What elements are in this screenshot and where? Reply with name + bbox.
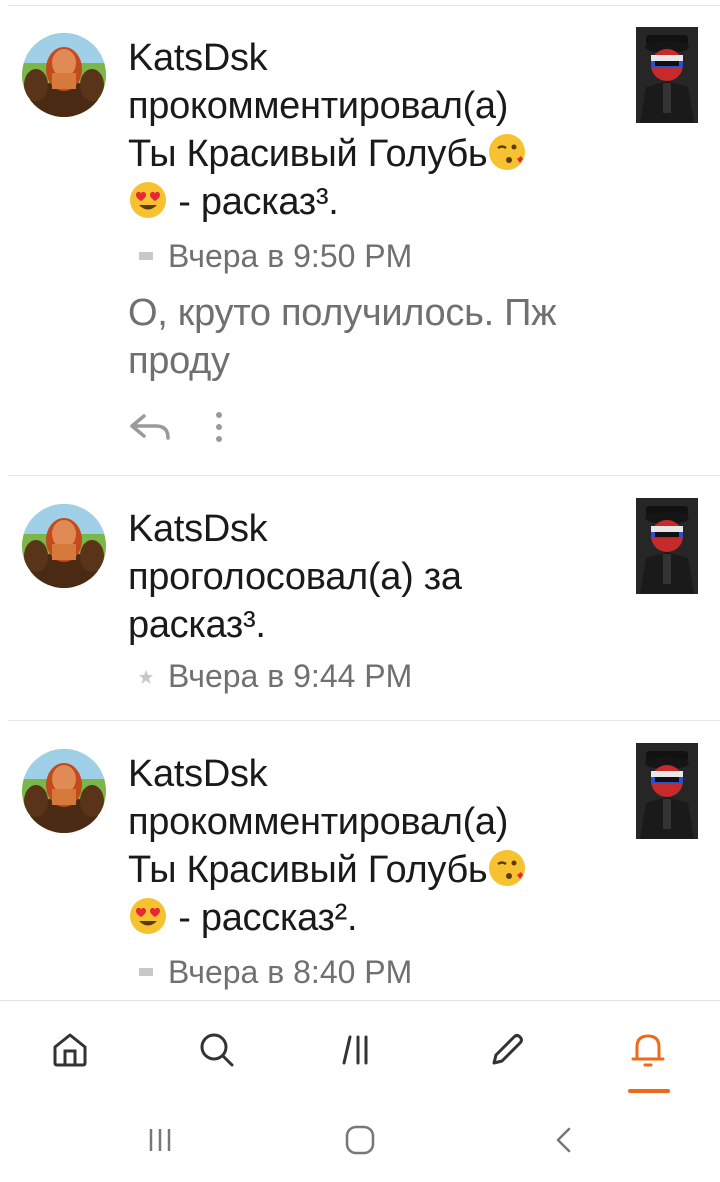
username[interactable]: KatsDsk — [128, 750, 618, 798]
notification-item[interactable]: KatsDsk прокомментировал(а) Ты Красивый … — [0, 0, 720, 475]
system-navigation-bar — [0, 1100, 720, 1182]
timestamp: Вчера в 8:40 PM — [168, 954, 413, 990]
back-icon[interactable] — [544, 1120, 584, 1160]
avatar[interactable] — [22, 749, 106, 833]
story-title[interactable]: расказ³. — [128, 601, 618, 649]
story-cover-thumbnail[interactable] — [636, 743, 698, 839]
story-title[interactable]: Ты Красивый Голубь — [128, 130, 618, 178]
active-tab-indicator — [628, 1089, 670, 1093]
reply-icon[interactable] — [128, 412, 172, 442]
home-button-icon[interactable] — [340, 1120, 380, 1160]
library-icon[interactable] — [334, 1027, 378, 1071]
timestamp: Вчера в 9:50 PM — [168, 238, 413, 274]
username[interactable]: KatsDsk — [128, 34, 618, 82]
story-cover-thumbnail[interactable] — [636, 498, 698, 594]
comment-actions — [128, 410, 224, 444]
story-title[interactable]: Ты Красивый Голубь — [128, 846, 618, 894]
story-title-cont[interactable]: - расказ³. — [128, 178, 618, 226]
username[interactable]: KatsDsk — [128, 505, 618, 553]
kiss-emoji-icon — [489, 850, 526, 886]
write-icon[interactable] — [484, 1027, 528, 1071]
action-text: прокомментировал(а) — [128, 85, 509, 127]
avatar[interactable] — [22, 33, 106, 117]
comment-excerpt[interactable]: О, круто получилось. Пж проду — [128, 289, 628, 385]
story-cover-thumbnail[interactable] — [636, 27, 698, 123]
star-icon — [139, 669, 153, 684]
heart-eyes-emoji-icon — [130, 182, 166, 218]
heart-eyes-emoji-icon — [130, 898, 166, 934]
notification-text[interactable]: KatsDsk прокомментировал(а) Ты Красивый … — [128, 750, 618, 942]
notification-text[interactable]: KatsDsk проголосовал(а) за расказ³. — [128, 505, 618, 649]
search-icon[interactable] — [194, 1027, 238, 1071]
notification-text[interactable]: KatsDsk прокомментировал(а) Ты Красивый … — [128, 34, 618, 226]
action-text: прокомментировал(а) — [128, 801, 509, 843]
recent-apps-icon[interactable] — [140, 1120, 180, 1160]
notifications-feed: KatsDsk прокомментировал(а) Ты Красивый … — [0, 0, 720, 1000]
home-icon[interactable] — [48, 1027, 92, 1071]
comment-icon — [139, 967, 153, 976]
bottom-tab-bar — [0, 1000, 720, 1101]
notifications-icon[interactable] — [626, 1027, 670, 1071]
notification-meta: Вчера в 9:44 PM — [138, 658, 412, 695]
excerpt-line: О, круто получилось. Пж — [128, 292, 557, 334]
action-text: проголосовал(а) за — [128, 556, 462, 598]
notification-meta: Вчера в 8:40 PM — [138, 954, 412, 991]
more-options-icon[interactable] — [214, 410, 224, 444]
kiss-emoji-icon — [489, 134, 526, 170]
notification-item[interactable]: KatsDsk прокомментировал(а) Ты Красивый … — [0, 721, 720, 1000]
notification-meta: Вчера в 9:50 PM — [138, 238, 412, 275]
avatar[interactable] — [22, 504, 106, 588]
timestamp: Вчера в 9:44 PM — [168, 658, 413, 694]
story-title-cont[interactable]: - рассказ². — [128, 894, 618, 942]
excerpt-line: проду — [128, 340, 230, 382]
comment-icon — [139, 251, 153, 260]
notification-item[interactable]: KatsDsk проголосовал(а) за расказ³. Вчер… — [0, 476, 720, 720]
